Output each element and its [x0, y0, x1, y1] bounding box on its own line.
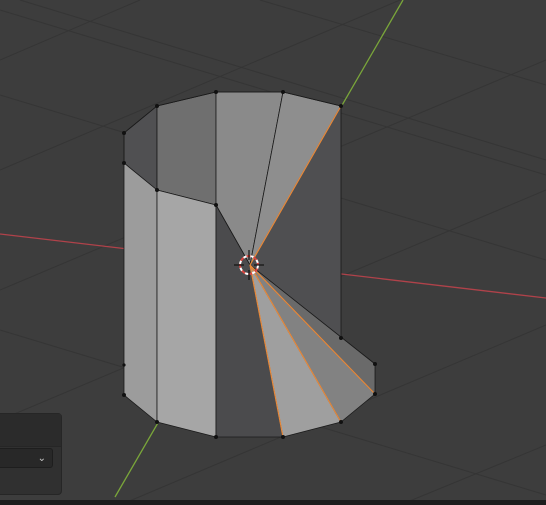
viewport-bottom-border [0, 500, 546, 505]
vertex[interactable] [281, 435, 285, 439]
vertex[interactable] [122, 131, 126, 135]
vertex[interactable] [339, 336, 343, 340]
vertex[interactable] [214, 435, 218, 439]
redo-panel-header[interactable] [0, 414, 61, 447]
cylinder-mesh[interactable] [123, 91, 376, 438]
front-face [123, 162, 158, 423]
3d-viewport[interactable] [0, 0, 546, 505]
redo-panel[interactable]: ⌄ [0, 413, 62, 495]
vertex[interactable] [155, 104, 159, 108]
vertex[interactable] [122, 363, 126, 367]
back-face [156, 91, 217, 206]
vertex[interactable] [155, 188, 159, 192]
vertex[interactable] [281, 90, 285, 94]
vertex[interactable] [122, 393, 126, 397]
vertex[interactable] [373, 362, 377, 366]
vertex[interactable] [339, 104, 343, 108]
vertex[interactable] [122, 161, 126, 165]
vertex[interactable] [339, 420, 343, 424]
vertex[interactable] [214, 90, 218, 94]
vertex[interactable] [214, 203, 218, 207]
vertex[interactable] [373, 392, 377, 396]
redo-panel-dropdown[interactable]: ⌄ [0, 448, 53, 468]
chevron-down-icon: ⌄ [37, 453, 46, 464]
front-face [156, 189, 217, 438]
vertex[interactable] [155, 420, 159, 424]
